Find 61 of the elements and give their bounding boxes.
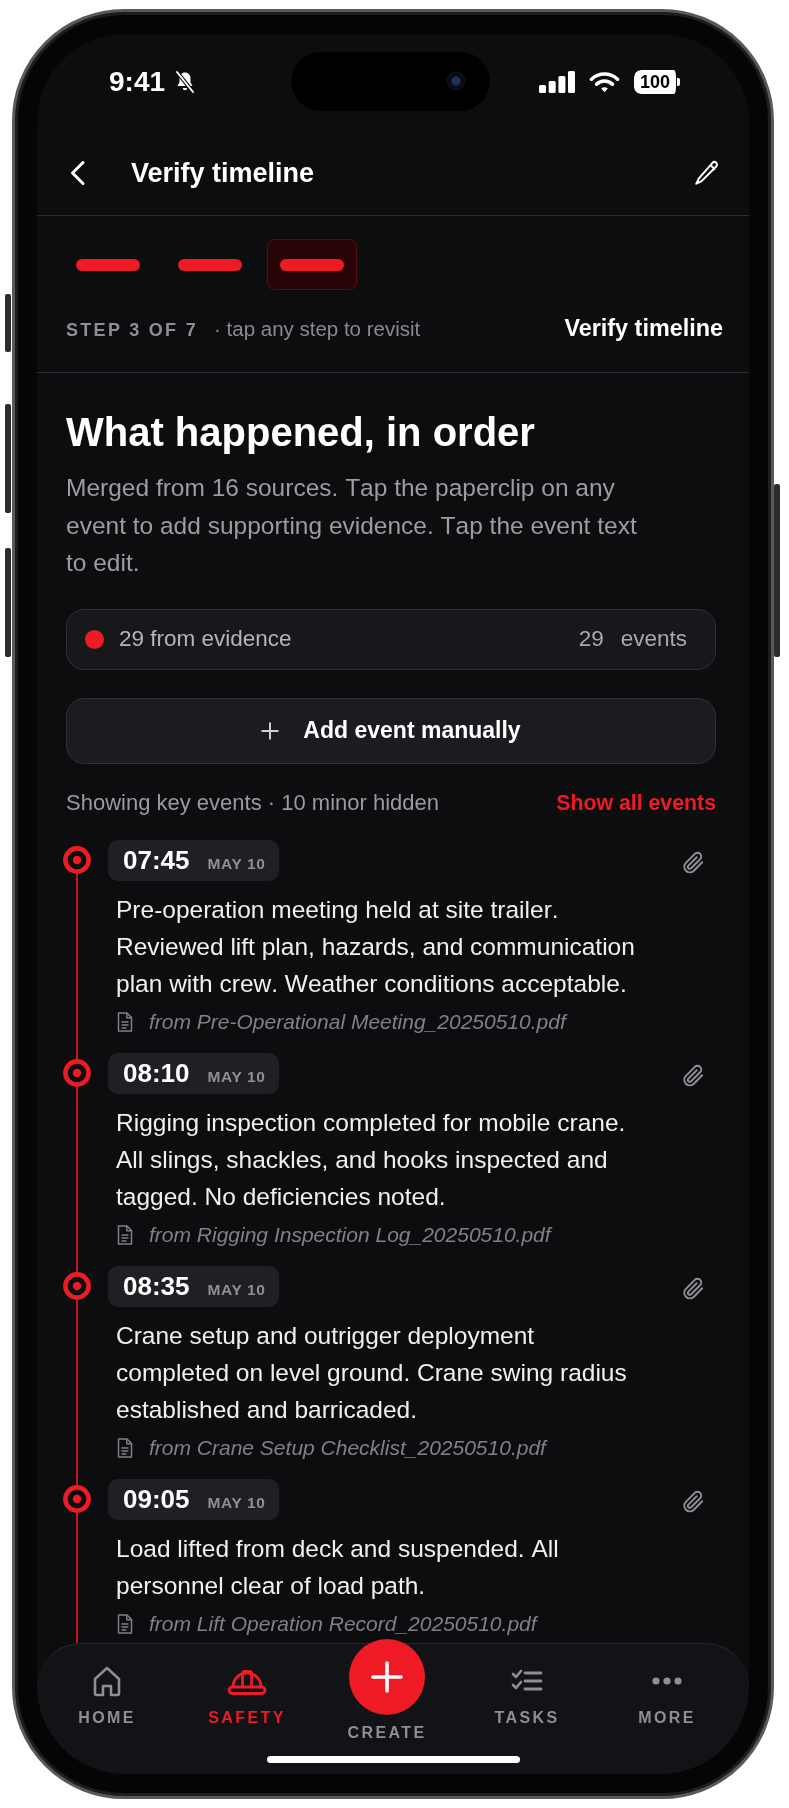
paperclip-icon[interactable] (681, 850, 705, 876)
page-title: Verify timeline (131, 156, 315, 190)
create-label[interactable]: CREATE (347, 1722, 427, 1744)
event-time: 08:35 (123, 1269, 190, 1303)
event-date: MAY 10 (207, 1067, 266, 1086)
section-heading: What happened, in order (66, 410, 536, 454)
event-date: MAY 10 (207, 854, 266, 873)
event-description[interactable]: Load lifted from deck and suspended. All personnel clear of load path. (116, 1529, 643, 1604)
nav-tab[interactable]: SAFETY (208, 1665, 286, 1729)
home-icon (92, 1665, 122, 1697)
document-icon (117, 1437, 133, 1458)
event-time: 07:45 (123, 843, 190, 877)
back-icon[interactable] (68, 159, 86, 186)
edit-icon[interactable] (694, 159, 720, 186)
timeline-marker-icon (63, 1059, 91, 1087)
event-description[interactable]: Pre-operation meeting held at site trailer. Reviewed lift plan, hazards, and communication plan with crew. Weather conditions acceptable. (116, 890, 643, 1002)
event-source: from Lift Operation Record_20250510.pdf (149, 1610, 537, 1637)
event-time: 09:05 (123, 1482, 190, 1516)
show-all-link[interactable]: Show all events (556, 789, 716, 816)
plus-icon (371, 1661, 403, 1693)
event-date: MAY 10 (207, 1493, 266, 1512)
muted-bell-icon (174, 70, 197, 94)
nav-tab[interactable]: MORE (638, 1665, 696, 1729)
section-description: Merged from 16 sources. Tap the paperclip on any event to add supporting evidence. Tap the event text to edit. (66, 473, 638, 578)
event-description[interactable]: Crane setup and outrigger deployment completed on level ground. Crane swing radius established and barricaded. (116, 1316, 643, 1428)
signal-icon (538, 71, 575, 93)
event-source: from Crane Setup Checklist_20250510.pdf (149, 1434, 546, 1461)
plus-icon (261, 721, 280, 740)
evidence-label: 29 from evidence (119, 626, 292, 652)
step-counter: STEP 3 OF 7 (66, 319, 198, 342)
paperclip-icon[interactable] (681, 1489, 705, 1515)
event-description[interactable]: Rigging inspection completed for mobile crane. All slings, shackles, and hooks inspected and tagged. No deficiencies noted. (116, 1103, 643, 1215)
status-time: 9:41 (109, 66, 166, 98)
evidence-dot-icon (85, 629, 104, 649)
filter-status: Showing key events · 10 minor hidden (66, 789, 439, 816)
step-indicator[interactable] (76, 258, 140, 271)
nav-tab[interactable]: TASKS (494, 1665, 560, 1729)
timeline-marker-icon (63, 1272, 91, 1300)
more-icon (652, 1677, 682, 1685)
document-icon (117, 1613, 133, 1634)
event-date: MAY 10 (207, 1280, 266, 1299)
timeline-marker-icon (63, 1485, 91, 1513)
paperclip-icon[interactable] (681, 1276, 705, 1302)
document-icon (117, 1011, 133, 1032)
step-indicator[interactable] (267, 239, 357, 290)
nav-tab[interactable]: HOME (78, 1665, 136, 1729)
event-source: from Rigging Inspection Log_20250510.pdf (149, 1221, 551, 1248)
wifi-icon (588, 71, 620, 93)
paperclip-icon[interactable] (681, 1063, 705, 1089)
event-count-unit: events (620, 626, 687, 652)
step-indicator[interactable] (178, 258, 242, 271)
event-source: from Pre-Operational Meeting_20250510.pdf (149, 1008, 566, 1035)
document-icon (117, 1224, 133, 1245)
current-step-title: Verify timeline (564, 316, 723, 340)
timeline-marker-icon (63, 846, 91, 874)
step-hint: · tap any step to revisit (214, 317, 421, 341)
add-event-button[interactable]: Add event manually (66, 697, 716, 764)
event-count: 29 (578, 626, 604, 652)
battery-indicator: 100 (633, 70, 681, 94)
checklist-icon (511, 1669, 543, 1693)
event-time: 08:10 (123, 1056, 190, 1090)
